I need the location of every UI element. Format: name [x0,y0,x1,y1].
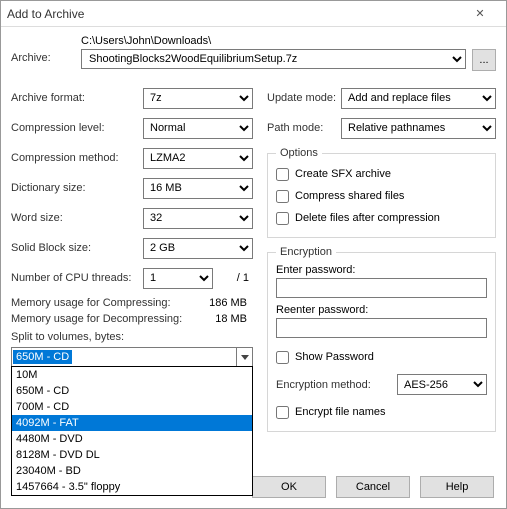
right-column: Update mode: Add and replace files Path … [267,87,496,440]
dialog-window: Add to Archive ✕ Archive: C:\Users\John\… [0,0,507,509]
browse-button[interactable]: ... [472,49,496,71]
archive-label: Archive: [11,52,81,64]
method-select[interactable]: LZMA2 [143,148,253,169]
enter-pw-input[interactable] [276,278,487,298]
shared-checkbox[interactable] [276,190,289,203]
sfx-checkbox[interactable] [276,168,289,181]
options-group: Options Create SFX archive Compress shar… [267,147,496,238]
split-option[interactable]: 4092M - FAT [12,415,252,431]
archive-dir: C:\Users\John\Downloads\ [81,35,496,47]
level-label: Compression level: [11,122,143,134]
titlebar: Add to Archive ✕ [1,1,506,27]
sfx-label: Create SFX archive [295,168,391,180]
path-label: Path mode: [267,122,341,134]
dict-select[interactable]: 16 MB [143,178,253,199]
button-bar: OK Cancel Help [252,476,494,498]
split-option[interactable]: 23040M - BD [12,463,252,479]
format-select[interactable]: 7z [143,88,253,109]
split-selected-text: 650M - CD [13,350,72,364]
reenter-pw-input[interactable] [276,318,487,338]
cancel-button[interactable]: Cancel [336,476,410,498]
word-select[interactable]: 32 [143,208,253,229]
threads-max: / 1 [213,272,253,284]
reenter-pw-label: Reenter password: [276,304,487,316]
shared-label: Compress shared files [295,190,404,202]
mem-comp-label: Memory usage for Compressing: [11,297,193,309]
enc-method-label: Encryption method: [276,379,397,391]
close-button[interactable]: ✕ [460,3,500,25]
mem-decomp-label: Memory usage for Decompressing: [11,313,193,325]
split-option[interactable]: 1457664 - 3.5" floppy [12,479,252,495]
encryption-legend: Encryption [276,246,336,258]
split-option[interactable]: 4480M - DVD [12,431,252,447]
block-label: Solid Block size: [11,242,143,254]
method-label: Compression method: [11,152,143,164]
left-column: Archive format: 7z Compression level: No… [11,87,253,440]
split-option[interactable]: 8128M - DVD DL [12,447,252,463]
enc-method-select[interactable]: AES-256 [397,374,487,395]
path-select[interactable]: Relative pathnames [341,118,496,139]
help-button[interactable]: Help [420,476,494,498]
split-option[interactable]: 700M - CD [12,399,252,415]
format-label: Archive format: [11,92,143,104]
show-pw-checkbox[interactable] [276,351,289,364]
split-dropdown[interactable]: 10M650M - CD700M - CD4092M - FAT4480M - … [11,366,253,496]
enc-names-label: Encrypt file names [295,406,385,418]
split-option[interactable]: 10M [12,367,252,383]
word-label: Word size: [11,212,143,224]
ok-button[interactable]: OK [252,476,326,498]
threads-select[interactable]: 1 [143,268,213,289]
show-pw-label: Show Password [295,351,374,363]
options-legend: Options [276,147,322,159]
threads-label: Number of CPU threads: [11,272,143,284]
block-select[interactable]: 2 GB [143,238,253,259]
level-select[interactable]: Normal [143,118,253,139]
mem-comp-value: 186 MB [193,297,253,309]
split-combobox[interactable]: 650M - CD [11,347,253,367]
mem-decomp-value: 18 MB [193,313,253,325]
chevron-down-icon [236,348,252,366]
archive-file-select[interactable]: ShootingBlocks2WoodEquilibriumSetup.7z [81,49,466,69]
dict-label: Dictionary size: [11,182,143,194]
enc-names-checkbox[interactable] [276,406,289,419]
delete-checkbox[interactable] [276,212,289,225]
close-icon: ✕ [475,7,484,20]
encryption-group: Encryption Enter password: Reenter passw… [267,246,496,432]
update-select[interactable]: Add and replace files [341,88,496,109]
delete-label: Delete files after compression [295,212,440,224]
update-label: Update mode: [267,92,341,104]
dialog-title: Add to Archive [7,7,460,21]
split-option[interactable]: 650M - CD [12,383,252,399]
enter-pw-label: Enter password: [276,264,487,276]
split-label: Split to volumes, bytes: [11,331,253,343]
